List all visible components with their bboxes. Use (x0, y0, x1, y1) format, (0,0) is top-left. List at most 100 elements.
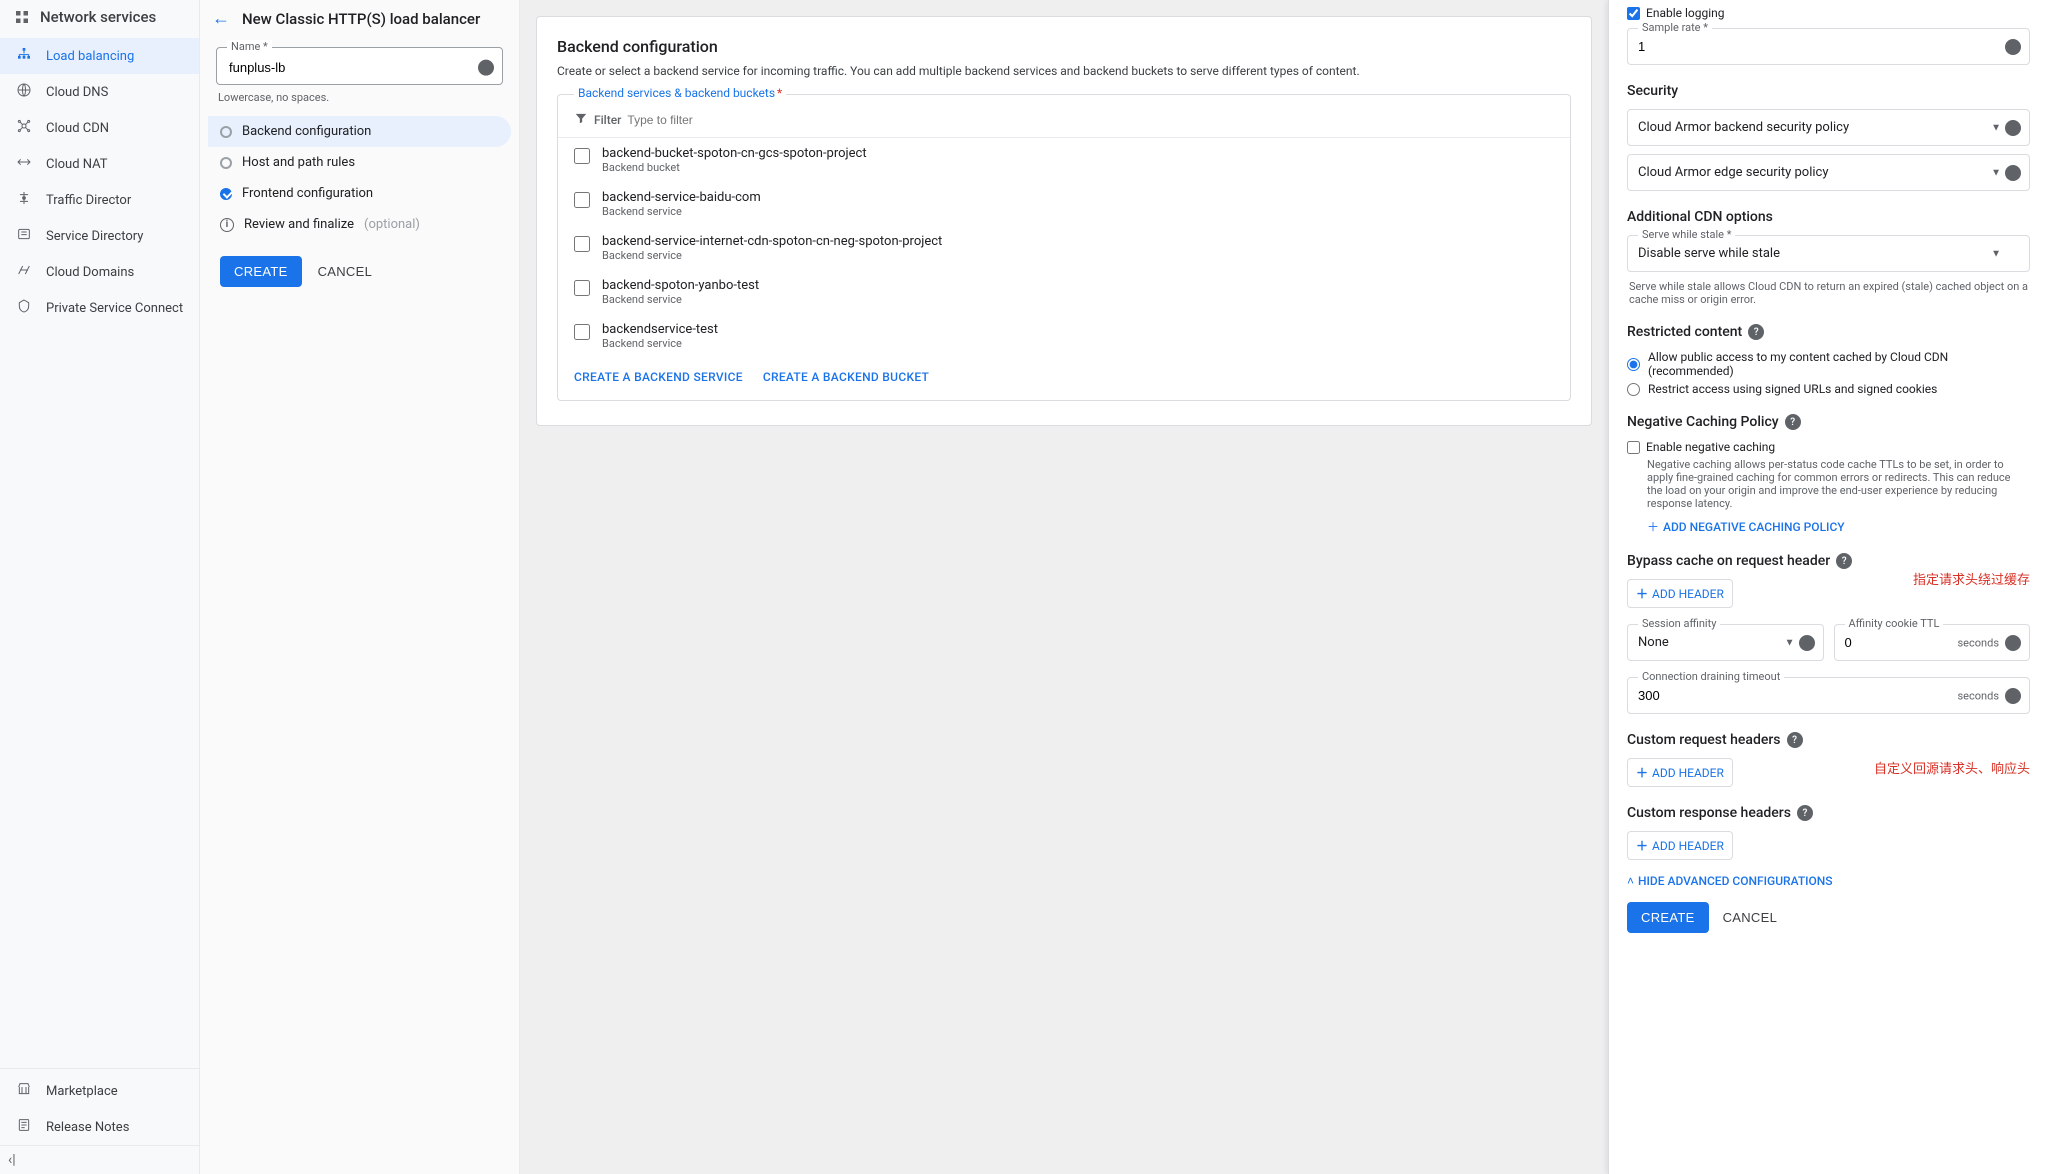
add-neg-policy-button[interactable]: ＋ ADD NEGATIVE CACHING POLICY (1647, 518, 1845, 535)
drain-timeout-field[interactable]: Connection draining timeout seconds ? (1627, 677, 2030, 714)
create-backend-service[interactable]: CREATE A BACKEND SERVICE (574, 370, 743, 384)
bypass-add-header[interactable]: ＋ ADD HEADER (1627, 579, 1733, 608)
backend-name: backendservice-test (602, 322, 718, 337)
serve-stale-hint: Serve while stale allows Cloud CDN to re… (1629, 280, 2028, 306)
filter-icon (574, 111, 588, 129)
page-title: New Classic HTTP(S) load balancer (242, 10, 480, 28)
backend-checkbox[interactable] (574, 148, 590, 164)
step-label: Frontend configuration (242, 186, 373, 201)
lb-name-field[interactable]: Name * ? (216, 47, 503, 85)
nav-private-service-connect[interactable]: Private Service Connect (0, 290, 199, 326)
hide-advanced-link[interactable]: ˄ HIDE ADVANCED CONFIGURATIONS (1627, 874, 1833, 888)
nav-cloud-nat[interactable]: Cloud NAT (0, 146, 199, 182)
drawer-cancel-button[interactable]: CANCEL (1723, 910, 1778, 925)
nat-icon (14, 154, 34, 174)
nav-marketplace[interactable]: Marketplace (0, 1073, 199, 1109)
lb-name-input[interactable] (229, 60, 466, 75)
service-directory-icon (14, 226, 34, 246)
armor-edge-select[interactable]: Cloud Armor edge security policy ▼ ? (1627, 154, 2030, 191)
domains-icon (14, 262, 34, 282)
restricted-allow-option[interactable]: Allow public access to my content cached… (1627, 350, 2030, 378)
backend-checkbox[interactable] (574, 324, 590, 340)
session-affinity-select[interactable]: Session affinity None ▼ ? (1627, 624, 1824, 661)
step-label: Backend configuration (242, 124, 371, 139)
nav-item-label: Cloud NAT (46, 157, 108, 172)
cdn-options-title: Additional CDN options (1627, 209, 2030, 225)
backend-type: Backend service (602, 337, 718, 350)
neg-caching-hint: Negative caching allows per-status code … (1647, 458, 2028, 510)
step-backend[interactable]: Backend configuration (208, 116, 511, 147)
help-icon[interactable]: ? (1787, 732, 1803, 748)
neg-caching-enable[interactable]: Enable negative caching (1627, 440, 2030, 454)
help-icon[interactable]: ? (1785, 414, 1801, 430)
wizard-steps: Backend configuration Host and path rule… (200, 112, 519, 244)
step-bullet-done-icon (220, 188, 232, 200)
backend-item[interactable]: backend-bucket-spoton-cn-gcs-spoton-proj… (558, 138, 1570, 182)
enable-logging-input[interactable] (1627, 7, 1640, 20)
armor-backend-select[interactable]: Cloud Armor backend security policy ▼ ? (1627, 109, 2030, 146)
caret-down-icon: ▼ (1991, 167, 2001, 178)
create-backend-bucket[interactable]: CREATE A BACKEND BUCKET (763, 370, 929, 384)
backend-item[interactable]: backend-spoton-yanbo-testBackend service (558, 270, 1570, 314)
plus-icon: ＋ (1647, 518, 1659, 535)
step-frontend[interactable]: Frontend configuration (208, 178, 511, 209)
help-icon[interactable]: ? (478, 60, 494, 76)
nav-item-label: Load balancing (46, 49, 134, 64)
wizard-cancel-button[interactable]: CANCEL (318, 264, 373, 279)
plus-icon: ＋ (1636, 837, 1648, 854)
step-host-path[interactable]: Host and path rules (208, 147, 511, 178)
main-content: Backend configuration Create or select a… (520, 0, 1608, 1174)
help-icon[interactable]: ? (2005, 635, 2021, 651)
lb-name-hint: Lowercase, no spaces. (200, 87, 519, 112)
backend-item[interactable]: backendservice-testBackend service (558, 314, 1570, 358)
nav-traffic-director[interactable]: Traffic Director (0, 182, 199, 218)
help-icon[interactable]: ? (2005, 688, 2021, 704)
filter-prefix: Filter (594, 113, 621, 127)
help-icon[interactable]: ? (2005, 39, 2021, 55)
backend-item[interactable]: backend-service-internet-cdn-spoton-cn-n… (558, 226, 1570, 270)
wizard-create-button[interactable]: CREATE (220, 256, 302, 287)
step-optional: (optional) (364, 217, 420, 232)
backend-fieldset: Backend services & backend buckets* Filt… (557, 94, 1571, 401)
help-icon[interactable]: ? (1836, 553, 1852, 569)
sample-rate-input[interactable] (1628, 29, 2029, 64)
resp-headers-title: Custom response headers ? (1627, 805, 2030, 821)
caret-down-icon: ▼ (1991, 122, 2001, 133)
nav-cloud-dns[interactable]: Cloud DNS (0, 74, 199, 110)
step-review[interactable]: i Review and finalize (optional) (208, 209, 511, 240)
step-label: Review and finalize (244, 217, 354, 232)
backend-checkbox[interactable] (574, 236, 590, 252)
nav-cloud-domains[interactable]: Cloud Domains (0, 254, 199, 290)
backend-checkbox[interactable] (574, 280, 590, 296)
cookie-ttl-field[interactable]: Affinity cookie TTL seconds ? (1834, 624, 2031, 661)
nav-item-label: Marketplace (46, 1084, 118, 1099)
help-icon[interactable]: ? (2005, 165, 2021, 181)
sample-rate-field[interactable]: Sample rate * ? (1627, 28, 2030, 65)
back-button[interactable]: ← (212, 8, 230, 29)
backend-filter[interactable]: Filter (558, 103, 1570, 138)
nav-item-label: Private Service Connect (46, 301, 183, 316)
backend-checkbox[interactable] (574, 192, 590, 208)
nav-service-directory[interactable]: Service Directory (0, 218, 199, 254)
backend-item[interactable]: backend-service-baidu-comBackend service (558, 182, 1570, 226)
help-icon[interactable]: ? (2005, 120, 2021, 136)
restricted-restrict-option[interactable]: Restrict access using signed URLs and si… (1627, 382, 2030, 396)
drawer-create-button[interactable]: CREATE (1627, 902, 1709, 933)
help-icon[interactable]: ? (1748, 324, 1764, 340)
backend-type: Backend service (602, 293, 759, 306)
lb-name-label: Name * (227, 40, 272, 53)
nav-collapse[interactable]: ‹| (0, 1145, 199, 1174)
backend-filter-input[interactable] (627, 113, 1554, 127)
help-icon[interactable]: ? (1799, 635, 1815, 651)
req-add-header[interactable]: ＋ ADD HEADER (1627, 758, 1733, 787)
backend-desc: Create or select a backend service for i… (557, 64, 1571, 78)
nav-load-balancing[interactable]: Load balancing (0, 38, 199, 74)
nav-cloud-cdn[interactable]: Cloud CDN (0, 110, 199, 146)
resp-add-header[interactable]: ＋ ADD HEADER (1627, 831, 1733, 860)
serve-stale-select[interactable]: Serve while stale * Disable serve while … (1627, 235, 2030, 272)
nav-release-notes[interactable]: Release Notes (0, 1109, 199, 1145)
cookie-ttl-input[interactable] (1835, 625, 2030, 660)
enable-logging-checkbox[interactable]: Enable logging (1627, 6, 2030, 20)
help-icon[interactable]: ? (1797, 805, 1813, 821)
backend-type: Backend service (602, 249, 942, 262)
